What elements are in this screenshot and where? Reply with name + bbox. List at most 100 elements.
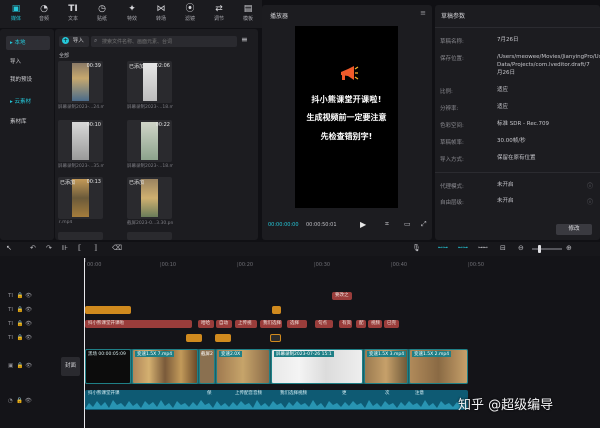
text-clip[interactable] — [186, 334, 202, 342]
main-toolbar: ▣ 媒体 ◔ 音频 TI 文本 ◷ 贴纸 ✦ 特效 ⋈ 转场 ⦿ 滤镜 ⇄ 调节… — [0, 0, 262, 28]
sidebar-item-cloud[interactable]: ▸ 云素材 — [6, 95, 50, 109]
search-box[interactable]: ⌕ — [91, 36, 237, 47]
toolbar-transition-tab[interactable]: ⋈ 转场 — [149, 3, 173, 27]
text-clip[interactable]: 句点 — [315, 320, 333, 328]
prop-value: 保留在原有位置 — [497, 155, 536, 161]
mic-icon[interactable]: 🎙 — [412, 244, 421, 252]
divider — [435, 27, 600, 28]
toolbar-text-tab[interactable]: TI 文本 — [61, 3, 85, 27]
toolbar-template-tab[interactable]: ▤ 模板 — [236, 3, 260, 27]
sidebar-item-library[interactable]: 素材库 — [6, 115, 50, 129]
media-panel: + 导入 ⌕ ≡ 全部 00:39 屏幕录制2023-...24.mov 已添加… — [55, 29, 258, 240]
import-button[interactable]: + 导入 — [59, 36, 89, 47]
text-clip[interactable]: 上传视 — [235, 320, 257, 328]
zoom-fit-icon[interactable]: ⊟ — [500, 244, 506, 252]
text-clip[interactable]: 选择 — [287, 320, 307, 328]
media-filename: 截屏2023-0...3.30.png — [127, 221, 173, 226]
aspect-icon[interactable]: ▭ — [404, 220, 411, 228]
video-clip[interactable]: 变速1.5X 2.mp4 — [409, 349, 468, 384]
zoom-slider-handle[interactable] — [538, 245, 541, 253]
toolbar-filter-tab[interactable]: ⦿ 滤镜 — [178, 3, 202, 27]
clip-label: 截屏2 — [201, 352, 213, 357]
text-clip[interactable]: 视频 — [368, 320, 382, 328]
player-menu-icon[interactable]: ≡ — [420, 9, 426, 17]
caption-line: 先检查错别字! — [320, 132, 373, 141]
text-clip[interactable]: 抖小熊课堂开课啦 — [85, 320, 192, 328]
prop-key: 自由层级: — [440, 200, 464, 206]
media-thumb[interactable]: 00:10 — [58, 120, 103, 162]
media-thumb[interactable]: 已添加 02:06 — [127, 61, 172, 103]
info-icon[interactable]: ⓘ — [587, 197, 593, 206]
split-left-icon[interactable]: ⟦ — [78, 244, 81, 252]
audio-clip-label: 我们选择视频 — [280, 391, 307, 396]
text-clip[interactable]: 自动 — [216, 320, 232, 328]
text-clip[interactable] — [215, 334, 231, 342]
zoom-in-icon[interactable]: ⊕ — [566, 244, 572, 252]
media-filename: 屏幕录制2023-...35.mov — [58, 164, 104, 169]
select-tool-icon[interactable]: ↖ — [6, 244, 12, 252]
text-clip[interactable]: 配 — [356, 320, 366, 328]
text-clip[interactable] — [85, 306, 131, 314]
prop-key: 分辨率: — [440, 106, 459, 112]
media-thumb[interactable]: 已添加 00:13 — [58, 177, 103, 219]
text-clip[interactable]: 哈哈 — [198, 320, 214, 328]
audio-clip-label: 保 — [207, 391, 212, 396]
delete-icon[interactable]: ⌫ — [112, 244, 122, 252]
clip-label: 变速1.5X 7.mp4 — [135, 351, 175, 357]
toolbar-adjust-tab[interactable]: ⇄ 调节 — [207, 3, 231, 27]
media-thumb[interactable] — [58, 232, 103, 240]
media-thumb[interactable]: 00:39 — [58, 61, 103, 103]
toolbar-audio-tab[interactable]: ◔ 音频 — [32, 3, 56, 27]
video-clip[interactable]: 黑场 00:00:05:09 — [85, 349, 131, 384]
crop-icon[interactable]: ⌗ — [385, 220, 389, 229]
text-clip[interactable] — [270, 334, 281, 342]
sidebar-item-local[interactable]: ▸ 本地 — [6, 36, 50, 50]
text-clip[interactable]: 要改之 — [332, 292, 352, 300]
total-time: 00:00:50:01 — [306, 222, 337, 228]
video-clip[interactable]: 变速2.0X — [216, 349, 270, 384]
prop-key: 草稿名称: — [440, 39, 464, 45]
edit-button[interactable]: 修改 — [556, 224, 592, 235]
zoom-out-icon[interactable]: ⊖ — [518, 244, 524, 252]
text-clip[interactable]: 已完 — [384, 320, 399, 328]
video-clip[interactable]: 截屏2 — [199, 349, 215, 384]
toolbar-sticker-tab[interactable]: ◷ 贴纸 — [90, 3, 114, 27]
media-filename: 屏幕录制2023-...18.mov — [127, 164, 173, 169]
main-track-magnet-icon[interactable]: ⊷⊶ — [438, 245, 448, 251]
text-clip[interactable] — [272, 306, 281, 314]
toolbar-effects-tab[interactable]: ✦ 特效 — [120, 3, 144, 27]
link-icon[interactable]: ⊷⊶ — [458, 245, 468, 251]
video-clip[interactable]: 屏幕录制2023-07-26 15:1 — [271, 349, 363, 384]
prop-value: 7月26日 — [497, 37, 519, 43]
list-view-icon[interactable]: ≡ — [241, 35, 248, 44]
media-thumb[interactable] — [127, 232, 172, 240]
media-thumb[interactable]: 已添加 — [127, 177, 172, 219]
search-input[interactable] — [102, 37, 232, 46]
clip-label: 屏幕录制2023-07-26 15:1 — [274, 351, 334, 357]
video-clip[interactable]: 变速1.5X 3.mp4 — [364, 349, 408, 384]
undo-icon[interactable]: ↶ — [30, 244, 36, 252]
watermark: 知乎 @超级编导 — [458, 398, 554, 413]
sidebar-item-presets[interactable]: 我的预设 — [6, 73, 50, 87]
info-icon[interactable]: ⓘ — [587, 181, 593, 190]
split-icon[interactable]: ⊪ — [62, 244, 68, 252]
all-filter-label[interactable]: 全部 — [59, 52, 69, 59]
toolbar-media-tab[interactable]: ▣ 媒体 — [4, 3, 28, 27]
redo-icon[interactable]: ↷ — [46, 244, 52, 252]
clip-label: 变速1.5X 3.mp4 — [367, 351, 407, 357]
media-filename: 屏幕录制2023-...18.mov — [127, 105, 173, 110]
split-right-icon[interactable]: ⟧ — [94, 244, 97, 252]
text-clip[interactable]: 我们选择 — [260, 320, 282, 328]
text-clip[interactable]: 有资 — [339, 320, 352, 328]
fullscreen-icon[interactable]: ⤢ — [421, 220, 427, 229]
play-button[interactable]: ▶ — [360, 220, 366, 229]
cover-button[interactable]: 封面 — [61, 357, 80, 376]
video-clip[interactable]: 变速1.5X 7.mp4 — [132, 349, 198, 384]
filter-icon: ⦿ — [185, 4, 195, 14]
media-thumb[interactable]: 00:22 — [127, 120, 172, 162]
sidebar-item-import[interactable]: 导入 — [6, 55, 50, 69]
ruler-label: |00:20 — [237, 262, 254, 268]
preview-axis-icon[interactable]: ⊶⊷ — [478, 245, 488, 251]
video-canvas[interactable]: 抖小熊课堂开课啦! 生成视频前一定要注意 先检查错别字! — [295, 26, 398, 208]
zoom-slider[interactable] — [532, 245, 562, 253]
